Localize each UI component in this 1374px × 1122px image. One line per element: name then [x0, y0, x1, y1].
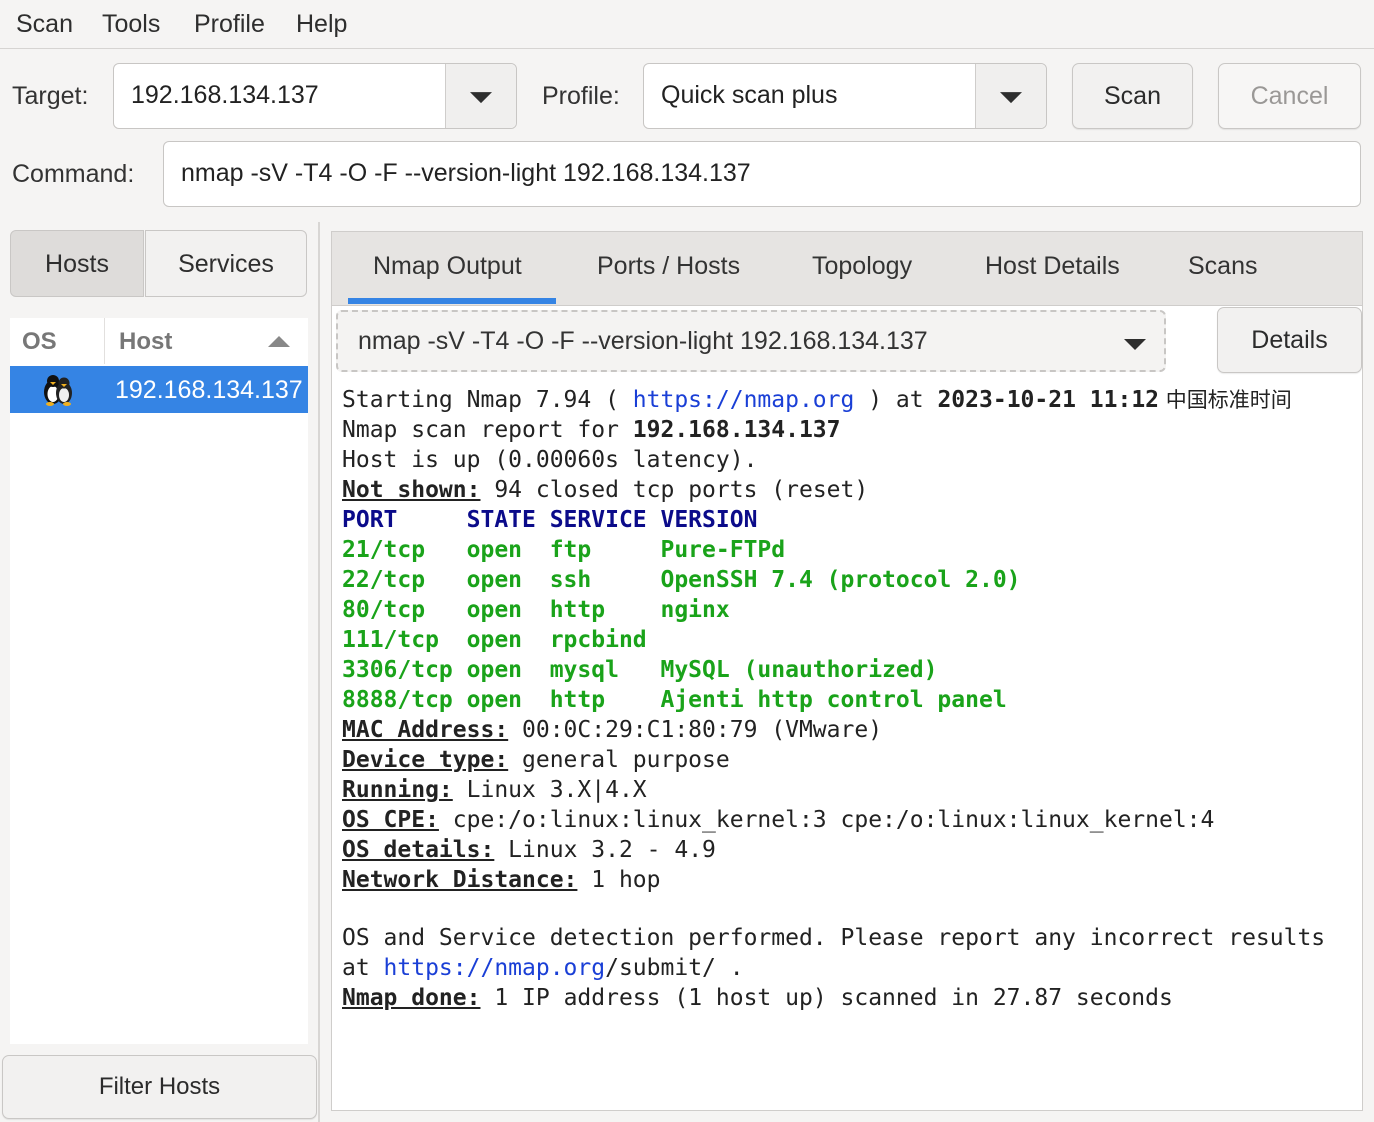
- profile-value: Quick scan plus: [661, 81, 838, 109]
- tab-nmap-output[interactable]: Nmap Output: [373, 252, 522, 281]
- output-line-done: Nmap done: 1 IP address (1 host up) scan…: [342, 985, 1173, 1011]
- output-port-row: 21/tcp open ftp Pure-FTPd: [342, 537, 786, 563]
- target-label: Target:: [12, 82, 89, 110]
- output-line-mac: MAC Address: 00:0C:29:C1:80:79 (VMware): [342, 717, 883, 743]
- menu-bar: Scan Tools Profile Help: [0, 0, 1374, 49]
- output-line-running: Running: Linux 3.X|4.X: [342, 777, 647, 803]
- output-port-row: 111/tcp open rpcbind: [342, 627, 647, 653]
- host-ip: 192.168.134.137: [115, 376, 303, 404]
- host-row[interactable]: 192.168.134.137: [10, 366, 308, 413]
- tab-host-details[interactable]: Host Details: [985, 252, 1120, 281]
- output-port-row: 80/tcp open http nginx: [342, 597, 730, 623]
- chevron-down-icon: [1000, 92, 1022, 104]
- tab-services[interactable]: Services: [145, 230, 307, 297]
- filter-hosts-button[interactable]: Filter Hosts: [2, 1055, 317, 1119]
- output-line-report: Nmap scan report for 192.168.134.137: [342, 417, 841, 443]
- column-os[interactable]: OS: [22, 328, 57, 356]
- command-label: Command:: [12, 160, 135, 188]
- output-port-header: PORT STATE SERVICE VERSION: [342, 507, 758, 533]
- details-button[interactable]: Details: [1217, 307, 1362, 373]
- command-field[interactable]: nmap -sV -T4 -O -F --version-light 192.1…: [163, 141, 1361, 207]
- output-line-notshown: Not shown: 94 closed tcp ports (reset): [342, 477, 869, 503]
- menu-scan[interactable]: Scan: [16, 10, 73, 39]
- nmap-submit-link[interactable]: https://nmap.org: [384, 955, 606, 981]
- menu-tools[interactable]: Tools: [102, 10, 160, 39]
- output-line-footer: OS and Service detection performed. Plea…: [342, 925, 1326, 951]
- tab-topology[interactable]: Topology: [812, 252, 912, 281]
- scan-history-combo[interactable]: nmap -sV -T4 -O -F --version-light 192.1…: [336, 310, 1166, 372]
- cancel-button[interactable]: Cancel: [1218, 63, 1361, 129]
- chevron-down-icon: [1124, 339, 1146, 350]
- target-input[interactable]: 192.168.134.137: [131, 81, 319, 110]
- menu-profile[interactable]: Profile: [194, 10, 265, 39]
- output-line-osdetails: OS details: Linux 3.2 - 4.9: [342, 837, 716, 863]
- nmap-link[interactable]: https://nmap.org: [633, 387, 855, 413]
- profile-dropdown-button[interactable]: [975, 64, 1046, 128]
- output-line-start: Starting Nmap 7.94 ( https://nmap.org ) …: [342, 387, 1292, 413]
- menu-help[interactable]: Help: [296, 10, 347, 39]
- linux-penguin-icon: [44, 375, 72, 406]
- column-divider: [104, 318, 105, 364]
- output-port-row: 22/tcp open ssh OpenSSH 7.4 (protocol 2.…: [342, 567, 1021, 593]
- nmap-output-panel: nmap -sV -T4 -O -F --version-light 192.1…: [331, 305, 1363, 1111]
- output-port-row: 8888/tcp open http Ajenti http control p…: [342, 687, 1007, 713]
- hosts-list[interactable]: OS Host 192.168.134.137: [10, 318, 308, 1044]
- profile-combo[interactable]: Quick scan plus: [643, 63, 1047, 129]
- command-input[interactable]: nmap -sV -T4 -O -F --version-light 192.1…: [181, 159, 751, 188]
- tab-scans[interactable]: Scans: [1188, 252, 1257, 281]
- output-line-device: Device type: general purpose: [342, 747, 730, 773]
- output-line-distance: Network Distance: 1 hop: [342, 867, 661, 893]
- target-combo[interactable]: 192.168.134.137: [113, 63, 517, 129]
- result-tabs: Nmap Output Ports / Hosts Topology Host …: [331, 231, 1363, 306]
- target-dropdown-button[interactable]: [445, 64, 516, 128]
- profile-label: Profile:: [542, 82, 620, 110]
- tab-ports-hosts[interactable]: Ports / Hosts: [597, 252, 740, 281]
- pane-splitter[interactable]: [318, 222, 320, 1122]
- column-host[interactable]: Host: [119, 328, 172, 356]
- scan-history-value: nmap -sV -T4 -O -F --version-light 192.1…: [358, 327, 928, 355]
- tab-hosts[interactable]: Hosts: [10, 230, 144, 297]
- chevron-down-icon: [470, 92, 492, 104]
- output-line-cpe: OS CPE: cpe:/o:linux:linux_kernel:3 cpe:…: [342, 807, 1215, 833]
- sort-ascending-icon: [268, 336, 290, 347]
- output-port-row: 3306/tcp open mysql MySQL (unauthorized): [342, 657, 938, 683]
- output-line-submit: at https://nmap.org/submit/ .: [342, 955, 744, 981]
- output-line-hostup: Host is up (0.00060s latency).: [342, 447, 758, 473]
- scan-button[interactable]: Scan: [1072, 63, 1193, 129]
- active-tab-indicator: [348, 298, 556, 304]
